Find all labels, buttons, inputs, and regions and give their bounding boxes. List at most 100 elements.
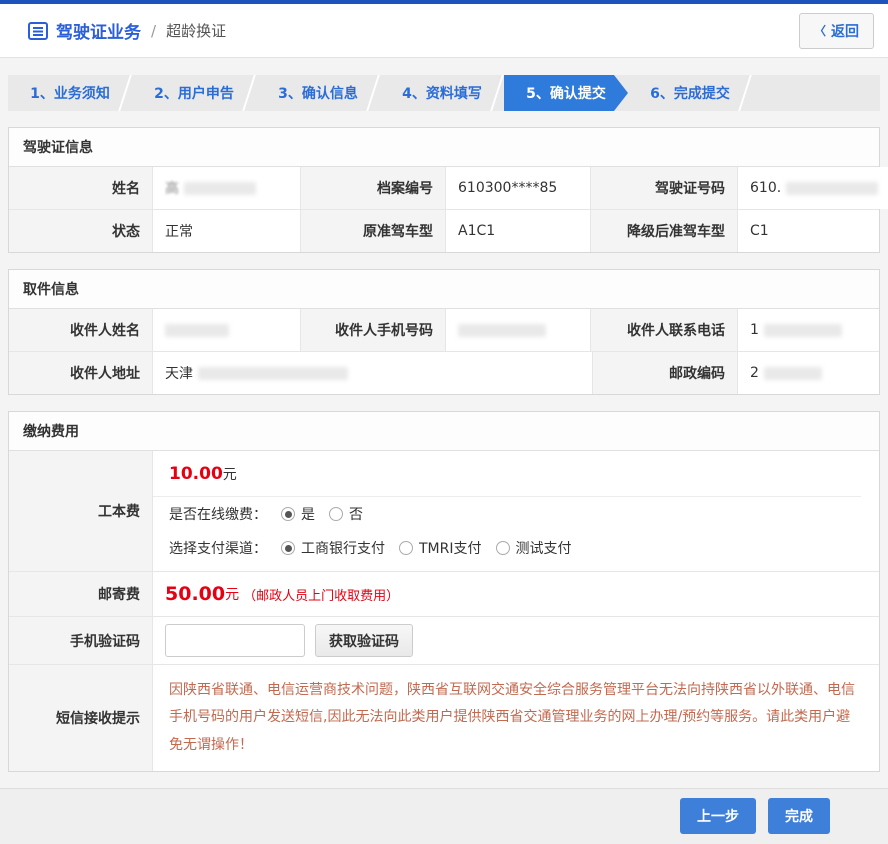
license-number-label: 驾驶证号码 bbox=[591, 167, 738, 209]
work-fee-amount: 10.00 bbox=[169, 464, 223, 484]
pickup-row-2: 收件人地址 天津 邮政编码 2 bbox=[9, 352, 879, 394]
radio-selected-icon[interactable] bbox=[281, 507, 295, 521]
footer-bar: 上一步 完成 bbox=[0, 788, 888, 844]
mail-fee-label: 邮寄费 bbox=[9, 572, 153, 616]
channel-test-option[interactable]: 测试支付 bbox=[496, 538, 572, 558]
recipient-name-value bbox=[153, 309, 301, 351]
redacted-value bbox=[764, 367, 822, 380]
recipient-tel-label: 收件人联系电话 bbox=[591, 309, 738, 351]
wizard-steps: 1、业务须知 2、用户申告 3、确认信息 4、资料填写 5、确认提交 6、完成提… bbox=[8, 75, 880, 111]
page-subtitle: 超龄换证 bbox=[166, 20, 226, 41]
recipient-phone-value bbox=[446, 309, 591, 351]
status-value: 正常 bbox=[153, 210, 301, 252]
license-row-2: 状态 正常 原准驾车型 A1C1 降级后准驾车型 C1 bbox=[9, 210, 879, 252]
captcha-cell: 获取验证码 bbox=[153, 617, 879, 664]
radio-selected-icon[interactable] bbox=[281, 541, 295, 555]
license-business-icon bbox=[28, 22, 48, 40]
step-1-business-notice: 1、业务须知 bbox=[8, 75, 132, 111]
step-label: 6、完成提交 bbox=[650, 83, 730, 103]
online-pay-line: 是否在线缴费： 是 否 bbox=[153, 497, 879, 531]
postcode-value: 2 bbox=[738, 352, 879, 394]
online-pay-no-label: 否 bbox=[349, 504, 363, 524]
file-number-value: 610300****85 bbox=[446, 167, 591, 209]
downgrade-class-label: 降级后准驾车型 bbox=[591, 210, 738, 252]
work-fee-row: 工本费 10.00元 是否在线缴费： 是 否 选择支付渠道： bbox=[9, 451, 879, 572]
pay-channel-caption: 选择支付渠道： bbox=[169, 538, 267, 558]
redacted-value bbox=[764, 324, 842, 337]
pickup-section-title: 取件信息 bbox=[9, 270, 879, 309]
mail-fee-note: （邮政人员上门收取费用） bbox=[243, 585, 399, 604]
license-number-visible: 610. bbox=[750, 180, 781, 196]
channel-test-label: 测试支付 bbox=[516, 538, 572, 558]
step-3-confirm-info: 3、确认信息 bbox=[256, 75, 380, 111]
finish-button[interactable]: 完成 bbox=[768, 798, 830, 834]
postcode-label: 邮政编码 bbox=[593, 352, 738, 394]
postcode-visible: 2 bbox=[750, 365, 759, 381]
recipient-tel-visible: 1 bbox=[750, 322, 759, 338]
work-fee-label: 工本费 bbox=[9, 451, 153, 571]
fees-section: 缴纳费用 工本费 10.00元 是否在线缴费： 是 否 选择支付渠道： bbox=[8, 411, 880, 772]
channel-icbc-option[interactable]: 工商银行支付 bbox=[281, 538, 385, 558]
online-pay-no-option[interactable]: 否 bbox=[329, 504, 363, 524]
file-number-label: 档案编号 bbox=[301, 167, 446, 209]
radio-unselected-icon[interactable] bbox=[329, 507, 343, 521]
work-fee-unit: 元 bbox=[223, 467, 237, 483]
status-label: 状态 bbox=[9, 210, 153, 252]
chevron-left-icon: 〈 bbox=[814, 22, 826, 39]
page-title: 驾驶证业务 bbox=[56, 18, 141, 43]
step-label: 1、业务须知 bbox=[30, 83, 110, 103]
name-label: 姓名 bbox=[9, 167, 153, 209]
license-row-1: 姓名 高 档案编号 610300****85 驾驶证号码 610. bbox=[9, 167, 879, 210]
mail-fee-row: 邮寄费 50.00元 （邮政人员上门收取费用） bbox=[9, 572, 879, 617]
back-button-label: 返回 bbox=[831, 21, 859, 41]
breadcrumb: 驾驶证业务 / 超龄换证 bbox=[28, 18, 226, 43]
breadcrumb-separator: / bbox=[151, 22, 156, 40]
sms-notice-text: 因陕西省联通、电信运营商技术问题，陕西省互联网交通安全综合服务管理平台无法向持陕… bbox=[153, 665, 879, 771]
license-info-section: 驾驶证信息 姓名 高 档案编号 610300****85 驾驶证号码 610. … bbox=[8, 127, 880, 253]
online-pay-caption: 是否在线缴费： bbox=[169, 504, 267, 524]
sms-notice-row: 短信接收提示 因陕西省联通、电信运营商技术问题，陕西省互联网交通安全综合服务管理… bbox=[9, 665, 879, 771]
captcha-row: 手机验证码 获取验证码 bbox=[9, 617, 879, 665]
step-label: 5、确认提交 bbox=[526, 83, 606, 103]
name-value: 高 bbox=[153, 167, 301, 209]
name-value-visible: 高 bbox=[165, 178, 179, 198]
recipient-tel-value: 1 bbox=[738, 309, 879, 351]
redacted-value bbox=[184, 182, 256, 195]
pay-channel-line: 选择支付渠道： 工商银行支付 TMRI支付 测试支付 bbox=[153, 531, 879, 571]
recipient-phone-label: 收件人手机号码 bbox=[301, 309, 446, 351]
pickup-info-section: 取件信息 收件人姓名 收件人手机号码 收件人联系电话 1 收件人地址 天津 邮政… bbox=[8, 269, 880, 395]
step-label: 4、资料填写 bbox=[402, 83, 482, 103]
step-4-fill-materials: 4、资料填写 bbox=[380, 75, 504, 111]
step-2-user-declaration: 2、用户申告 bbox=[132, 75, 256, 111]
step-label: 2、用户申告 bbox=[154, 83, 234, 103]
sms-code-input[interactable] bbox=[165, 624, 305, 657]
original-class-label: 原准驾车型 bbox=[301, 210, 446, 252]
online-pay-yes-option[interactable]: 是 bbox=[281, 504, 315, 524]
channel-tmri-label: TMRI支付 bbox=[419, 538, 482, 558]
channel-icbc-label: 工商银行支付 bbox=[301, 538, 385, 558]
original-class-value: A1C1 bbox=[446, 210, 591, 252]
mail-fee-unit: 元 bbox=[225, 584, 239, 604]
radio-unselected-icon[interactable] bbox=[496, 541, 510, 555]
pickup-row-1: 收件人姓名 收件人手机号码 收件人联系电话 1 bbox=[9, 309, 879, 352]
radio-unselected-icon[interactable] bbox=[399, 541, 413, 555]
recipient-address-label: 收件人地址 bbox=[9, 352, 153, 394]
step-5-confirm-submit-active: 5、确认提交 bbox=[504, 75, 628, 111]
sms-notice-label: 短信接收提示 bbox=[9, 665, 153, 771]
page-header: 驾驶证业务 / 超龄换证 〈 返回 bbox=[0, 4, 888, 58]
fees-section-title: 缴纳费用 bbox=[9, 412, 879, 451]
captcha-label: 手机验证码 bbox=[9, 617, 153, 664]
online-pay-yes-label: 是 bbox=[301, 504, 315, 524]
previous-step-button[interactable]: 上一步 bbox=[680, 798, 756, 834]
recipient-address-value: 天津 bbox=[153, 352, 593, 394]
license-section-title: 驾驶证信息 bbox=[9, 128, 879, 167]
recipient-address-visible: 天津 bbox=[165, 363, 193, 383]
mail-fee-amount: 50.00 bbox=[165, 583, 225, 605]
redacted-value bbox=[786, 182, 878, 195]
get-sms-code-button[interactable]: 获取验证码 bbox=[315, 624, 413, 657]
recipient-name-label: 收件人姓名 bbox=[9, 309, 153, 351]
license-number-value: 610. bbox=[738, 167, 888, 209]
back-button[interactable]: 〈 返回 bbox=[799, 13, 874, 49]
redacted-value bbox=[458, 324, 546, 337]
channel-tmri-option[interactable]: TMRI支付 bbox=[399, 538, 482, 558]
